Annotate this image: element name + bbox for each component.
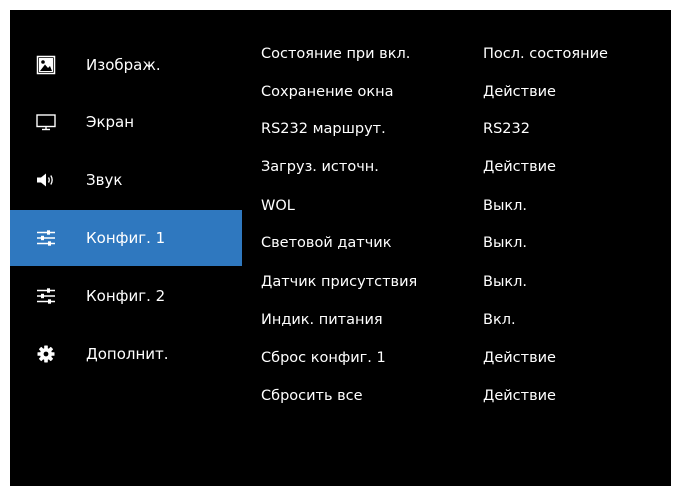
setting-name: Загруз. источн. [261, 159, 379, 175]
setting-value: Действие [483, 388, 556, 404]
setting-row-window-save[interactable]: Сохранение окна Действие [261, 84, 661, 108]
sidebar-item-label: Дополнит. [86, 345, 169, 363]
sliders-icon [36, 228, 56, 248]
monitor-icon [36, 112, 56, 132]
setting-row-reset-all[interactable]: Сбросить все Действие [261, 388, 661, 412]
setting-name: Сохранение окна [261, 84, 394, 100]
sidebar-item-config2[interactable]: Конфиг. 2 [10, 268, 242, 324]
setting-value: Выкл. [483, 235, 528, 251]
gear-icon [36, 344, 56, 364]
setting-name: Датчик присутствия [261, 274, 418, 290]
picture-icon [36, 55, 56, 75]
setting-row-power-indicator[interactable]: Индик. питания Вкл. [261, 312, 661, 336]
speaker-icon [36, 170, 56, 190]
setting-value: Действие [483, 350, 556, 366]
sidebar-item-label: Звук [86, 171, 123, 189]
setting-value: RS232 [483, 121, 530, 137]
sidebar-item-advanced[interactable]: Дополнит. [10, 326, 242, 382]
setting-name: Индик. питания [261, 312, 383, 328]
sidebar-item-label: Конфиг. 2 [86, 287, 166, 305]
setting-row-rs232-routing[interactable]: RS232 маршрут. RS232 [261, 121, 661, 145]
setting-value: Выкл. [483, 198, 528, 214]
setting-value: Действие [483, 84, 556, 100]
setting-row-boot-source[interactable]: Загруз. источн. Действие [261, 159, 661, 183]
setting-name: Состояние при вкл. [261, 46, 411, 62]
sidebar-item-config1[interactable]: Конфиг. 1 [10, 210, 242, 266]
setting-value: Вкл. [483, 312, 516, 328]
sidebar-item-label: Изображ. [86, 56, 161, 74]
setting-row-presence-sensor[interactable]: Датчик присутствия Выкл. [261, 274, 661, 298]
setting-row-reset-config1[interactable]: Сброс конфиг. 1 Действие [261, 350, 661, 374]
setting-row-light-sensor[interactable]: Световой датчик Выкл. [261, 235, 661, 259]
setting-row-power-on-state[interactable]: Состояние при вкл. Посл. состояние [261, 46, 661, 70]
sidebar-item-picture[interactable]: Изображ. [10, 37, 242, 93]
sidebar-item-screen[interactable]: Экран [10, 94, 242, 150]
setting-name: Сброс конфиг. 1 [261, 350, 386, 366]
osd-menu-screen: Изображ. Экран Звук Конфиг. 1 Конфиг. 2 … [10, 10, 671, 486]
sidebar-item-sound[interactable]: Звук [10, 152, 242, 208]
sidebar-item-label: Экран [86, 113, 135, 131]
setting-row-wol[interactable]: WOL Выкл. [261, 198, 661, 222]
sliders-icon [36, 286, 56, 306]
sidebar-item-label: Конфиг. 1 [86, 229, 166, 247]
setting-value: Посл. состояние [483, 46, 608, 62]
setting-name: Сбросить все [261, 388, 363, 404]
setting-name: Световой датчик [261, 235, 392, 251]
setting-name: RS232 маршрут. [261, 121, 386, 137]
setting-value: Выкл. [483, 274, 528, 290]
setting-name: WOL [261, 198, 295, 214]
setting-value: Действие [483, 159, 556, 175]
